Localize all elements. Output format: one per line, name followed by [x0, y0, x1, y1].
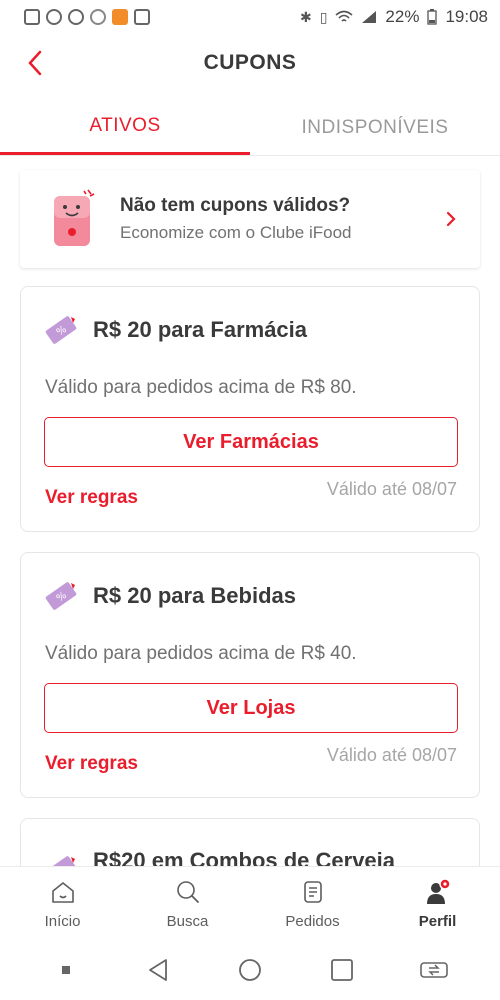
coupon-title: R$ 20 para Farmácia	[93, 317, 308, 342]
tab-ativos[interactable]: ATIVOS	[0, 100, 250, 155]
system-navigation	[0, 940, 500, 1000]
chevron-right-icon	[446, 211, 456, 227]
promo-subtitle: Economize com o Clube iFood	[120, 223, 352, 242]
coupons-screen: ✱ ▯ 22% 19:08 CUPONS ATIVOS INDISPONÍVEI…	[0, 0, 500, 1000]
chevron-left-icon	[28, 50, 42, 76]
orders-icon	[298, 877, 328, 907]
gallery-notification-icon	[24, 9, 40, 25]
profile-icon	[423, 877, 453, 907]
notification-icons	[24, 9, 150, 25]
nav-label: Perfil	[418, 913, 457, 930]
nav-perfil[interactable]: Perfil	[375, 867, 500, 940]
ver-farmacias-button[interactable]: Ver Farmácias	[44, 417, 458, 467]
coupon-card: % R$ 20 para Farmácia Válido para pedido…	[20, 286, 480, 532]
signal-icon	[362, 11, 377, 23]
nav-busca[interactable]: Busca	[125, 867, 250, 940]
whatsapp-notification-icon	[46, 9, 62, 25]
rotate-icon	[420, 962, 448, 978]
clube-ifood-banner[interactable]: Não tem cupons válidos? Economize com o …	[20, 170, 480, 268]
nav-inicio[interactable]: Início	[0, 867, 125, 940]
coupon-validity: Válido até 08/07	[326, 479, 457, 499]
promo-title: Não tem cupons válidos?	[120, 195, 351, 216]
coupon-validity: Válido até 08/07	[326, 745, 457, 765]
coupon-title-row: % R$ 20 para Farmácia	[43, 315, 307, 345]
system-recents-button[interactable]	[322, 950, 362, 990]
vibrate-icon: ▯	[319, 8, 328, 25]
github-notification-icon	[68, 9, 84, 25]
tab-indisponiveis[interactable]: INDISPONÍVEIS	[250, 100, 500, 155]
download-notification-icon	[134, 9, 150, 25]
wifi-icon	[335, 10, 353, 22]
clock: 19:08	[445, 7, 488, 26]
home-icon	[48, 877, 78, 907]
coupon-tabs: ATIVOS INDISPONÍVEIS	[0, 100, 500, 156]
ver-regras-link[interactable]: Ver regras	[45, 487, 138, 509]
moon-notification-icon	[90, 9, 106, 25]
bottom-navigation: Início Busca Pedidos Perfil	[0, 866, 500, 940]
triangle-back-icon	[149, 959, 167, 981]
nav-label: Pedidos	[285, 913, 340, 930]
screen-rotate-button[interactable]	[414, 950, 454, 990]
menu-dot-button[interactable]	[46, 950, 86, 990]
app-header: CUPONS	[0, 34, 500, 92]
nav-label: Busca	[166, 913, 209, 930]
system-back-button[interactable]	[138, 950, 178, 990]
ticket-mascot-icon	[54, 189, 95, 246]
nav-label: Início	[44, 913, 81, 930]
ver-lojas-button[interactable]: Ver Lojas	[44, 683, 458, 733]
app-notification-icon	[112, 9, 128, 25]
battery-icon	[427, 9, 438, 25]
back-button[interactable]	[20, 48, 50, 78]
status-bar: ✱ ▯ 22% 19:08	[0, 0, 500, 34]
system-status: ✱ ▯ 22% 19:08	[300, 7, 488, 27]
nav-pedidos[interactable]: Pedidos	[250, 867, 375, 940]
bluetooth-icon: ✱	[299, 8, 312, 25]
coupon-card: % R$ 20 para Bebidas Válido para pedidos…	[20, 552, 480, 798]
battery-percent: 22%	[385, 7, 420, 26]
ver-regras-link[interactable]: Ver regras	[45, 753, 138, 775]
coupon-title-row: % R$ 20 para Bebidas	[43, 581, 296, 611]
coupon-title: R$ 20 para Bebidas	[93, 583, 296, 608]
coupon-ticket-icon: %	[45, 582, 77, 610]
coupon-ticket-icon: %	[45, 316, 77, 344]
promo-chevron	[436, 211, 466, 227]
system-home-button[interactable]	[230, 950, 270, 990]
circle-home-icon	[239, 959, 261, 981]
promo-text: Não tem cupons válidos? Economize com o …	[120, 195, 436, 243]
search-icon	[173, 877, 203, 907]
coupon-description: Válido para pedidos acima de R$ 80.	[45, 377, 357, 398]
coupon-description: Válido para pedidos acima de R$ 40.	[45, 643, 357, 664]
square-recents-icon	[331, 959, 353, 981]
page-title: CUPONS	[203, 51, 297, 74]
